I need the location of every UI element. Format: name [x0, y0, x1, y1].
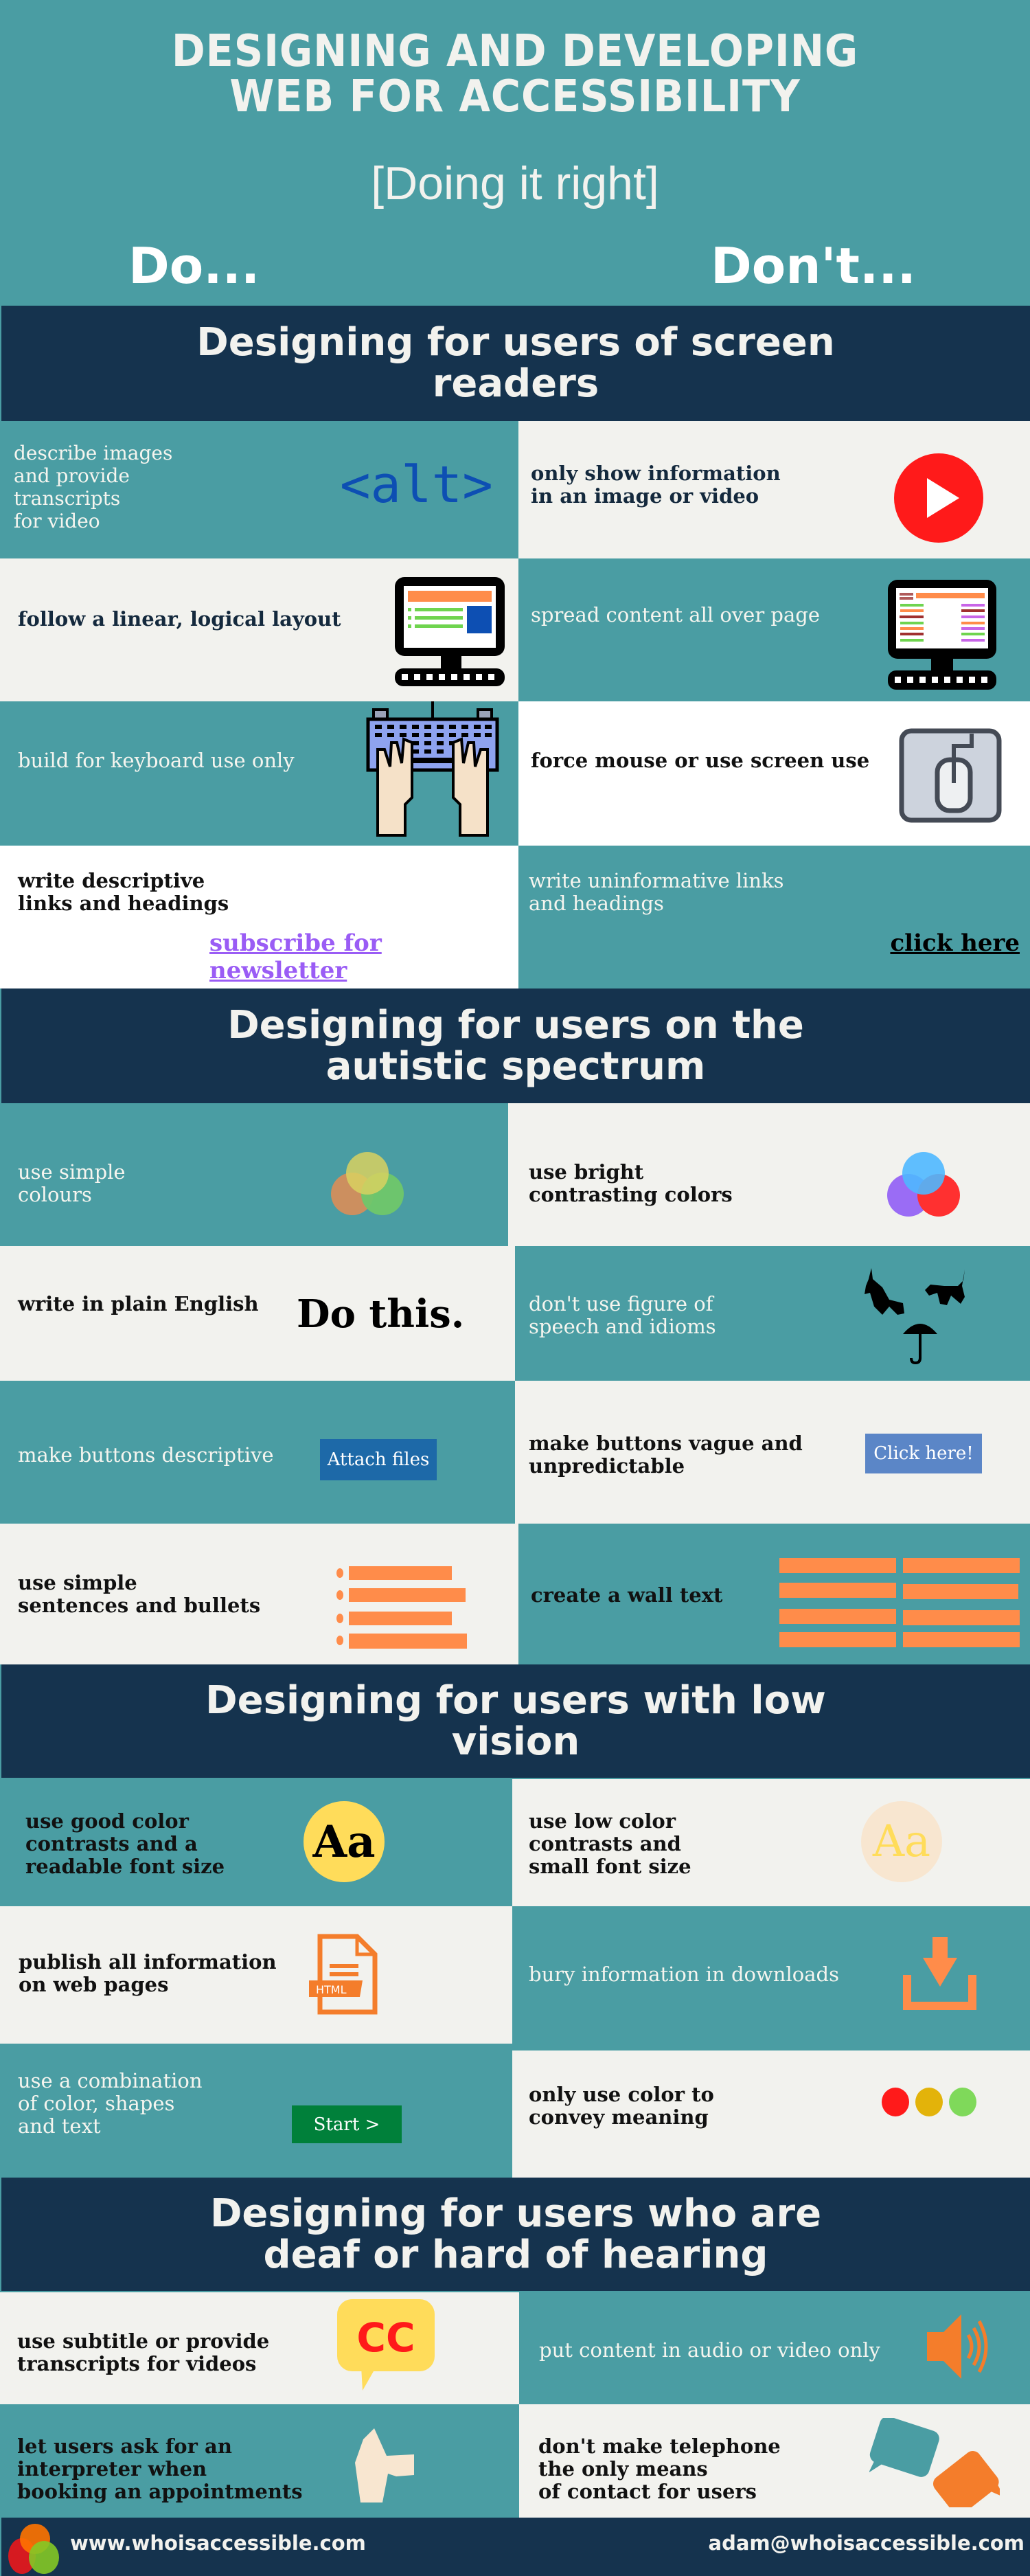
plain-english-sample: Do this.	[297, 1291, 465, 1337]
do-card-descriptive-buttons: make buttons descriptive Attach files	[0, 1381, 515, 1524]
attach-files-button[interactable]: Attach files	[320, 1439, 437, 1480]
do-card-keyboard: build for keyboard use only	[0, 701, 518, 846]
dont-column-label: Don't...	[711, 237, 917, 295]
email-link[interactable]: adam@whoisaccessible.com	[709, 2531, 1025, 2555]
dont-text: spread content all over page	[531, 603, 821, 626]
dont-text: only use color to convey meaning	[529, 2083, 714, 2129]
do-text: let users ask for an interpreter when bo…	[17, 2434, 303, 2503]
start-button[interactable]: Start >	[292, 2105, 402, 2143]
page-title: DESIGNING AND DEVELOPING WEB FOR ACCESSI…	[41, 29, 989, 120]
do-card-color-shapes-text: use a combination of color, shapes and t…	[0, 2044, 512, 2178]
do-text: build for keyboard use only	[18, 749, 295, 772]
title-line-2: WEB FOR ACCESSIBILITY	[229, 71, 801, 122]
do-card-good-contrast: use good color contrasts and a readable …	[0, 1779, 512, 1906]
do-text: use simple colours	[18, 1160, 126, 1206]
dont-text: create a wall text	[531, 1583, 723, 1607]
dont-card-audio-only: put content in audio or video only	[519, 2292, 1030, 2404]
html-file-icon: HTML	[309, 1934, 378, 2015]
dont-card-downloads: bury information in downloads	[512, 1906, 1030, 2044]
do-text: use good color contrasts and a readable …	[25, 1809, 225, 1878]
do-text: write descriptive links and headings	[18, 869, 229, 915]
do-card-describe-images: describe images and provide transcripts …	[0, 421, 518, 558]
section-header-screen-readers: Designing for users of screen readers	[1, 306, 1030, 421]
dont-text: write uninformative links and headings	[529, 869, 784, 915]
dont-card-low-contrast: use low color contrasts and small font s…	[512, 1779, 1030, 1906]
dont-card-uninformative-links: write uninformative links and headings c…	[518, 846, 1030, 988]
do-card-plain-english: write in plain English Do this.	[0, 1246, 515, 1381]
dont-text: don't make telephone the only means of c…	[538, 2434, 781, 2503]
do-card-publish-html: publish all information on web pages HTM…	[0, 1906, 512, 2044]
section-title: Designing for users who are deaf or hard…	[209, 2191, 822, 2277]
page-subtitle: [Doing it right]	[371, 157, 659, 210]
dont-card-spread-content: spread content all over page	[518, 558, 1030, 701]
do-text: follow a linear, logical layout	[18, 607, 341, 631]
do-text: use simple sentences and bullets	[18, 1571, 261, 1617]
do-card-simple-sentences: use simple sentences and bullets	[0, 1524, 518, 1664]
title-line-1: DESIGNING AND DEVELOPING	[171, 26, 859, 77]
subscribe-newsletter-link[interactable]: subscribe for newsletter	[209, 929, 518, 984]
dont-card-image-only: only show information in an image or vid…	[518, 421, 1030, 558]
dont-text: put content in audio or video only	[539, 2338, 880, 2362]
bullet-list-icon	[336, 1566, 467, 1649]
section-title: Designing for users of screen readers	[196, 320, 835, 406]
whoisaccessible-logo-icon	[8, 2524, 59, 2574]
dont-text: don't use figure of speech and idioms	[529, 1292, 716, 1338]
dont-card-mouse: force mouse or use screen use	[518, 701, 1030, 846]
keyboard-hands-icon	[366, 701, 499, 837]
do-text: publish all information on web pages	[19, 1950, 277, 1996]
monitor-scattered-layout-icon	[888, 580, 996, 690]
dont-card-bright-colors: use bright contrasting colors	[508, 1103, 1030, 1246]
dont-card-vague-buttons: make buttons vague and unpredictable Cli…	[515, 1381, 1030, 1524]
dont-card-color-only: only use color to convey meaning	[512, 2050, 1030, 2178]
bright-venn-circles-icon	[887, 1152, 960, 1217]
do-card-simple-colours: use simple colours	[0, 1103, 508, 1246]
monitor-linear-layout-icon	[395, 577, 505, 686]
section-title: Designing for users on the autistic spec…	[227, 1002, 804, 1089]
do-text: describe images and provide transcripts …	[14, 442, 173, 532]
html-label: HTML	[316, 1983, 347, 1996]
dont-text: only show information in an image or vid…	[531, 462, 781, 508]
do-text: use a combination of color, shapes and t…	[18, 2069, 203, 2138]
wall-of-text-icon	[779, 1558, 1020, 1647]
color-dots-icon	[882, 2088, 976, 2116]
do-text: make buttons descriptive	[18, 1443, 274, 1467]
cc-label: CC	[356, 2314, 415, 2361]
do-card-subtitles: use subtitle or provide transcripts for …	[0, 2292, 519, 2404]
speaker-icon	[927, 2314, 988, 2379]
dont-text: make buttons vague and unpredictable	[529, 1432, 803, 1478]
alt-tag-icon: <alt>	[340, 455, 493, 515]
do-card-descriptive-links: write descriptive links and headings sub…	[0, 846, 518, 988]
hero-header: DESIGNING AND DEVELOPING WEB FOR ACCESSI…	[0, 0, 1030, 304]
click-here-button[interactable]: Click here!	[865, 1434, 982, 1473]
dont-text: bury information in downloads	[529, 1963, 839, 1986]
click-here-link[interactable]: click here	[890, 929, 1020, 957]
high-contrast-font-icon: Aa	[304, 1801, 385, 1882]
mouse-icon	[899, 728, 1002, 823]
closed-caption-icon: CC	[337, 2299, 435, 2391]
dont-card-idioms: don't use figure of speech and idioms	[515, 1246, 1030, 1381]
dont-text: force mouse or use screen use	[531, 749, 870, 772]
play-video-icon	[894, 453, 983, 543]
do-column-label: Do...	[128, 237, 260, 295]
section-header-autistic-spectrum: Designing for users on the autistic spec…	[1, 988, 1030, 1103]
dont-text: use bright contrasting colors	[529, 1160, 733, 1206]
section-title: Designing for users with low vision	[205, 1677, 826, 1764]
footer: www.whoisaccessible.com adam@whoisaccess…	[1, 2518, 1030, 2576]
dont-card-wall-of-text: create a wall text	[518, 1524, 1030, 1664]
do-text: write in plain English	[18, 1292, 259, 1315]
raining-cats-dogs-umbrella-icon	[865, 1268, 965, 1365]
do-card-interpreter: let users ask for an interpreter when bo…	[0, 2404, 519, 2518]
sign-language-hand-icon	[355, 2428, 414, 2502]
website-link[interactable]: www.whoisaccessible.com	[70, 2531, 366, 2555]
download-icon	[903, 1937, 976, 2010]
section-header-deaf: Designing for users who are deaf or hard…	[1, 2178, 1030, 2291]
do-card-linear-layout: follow a linear, logical layout	[0, 558, 518, 701]
low-contrast-font-icon: Aa	[861, 1801, 942, 1882]
dont-card-telephone-only: don't make telephone the only means of c…	[519, 2404, 1030, 2518]
muted-venn-circles-icon	[331, 1152, 404, 1215]
speech-bubbles-icon	[869, 2418, 1000, 2507]
section-header-low-vision: Designing for users with low vision	[1, 1664, 1030, 1778]
do-text: use subtitle or provide transcripts for …	[17, 2329, 270, 2375]
dont-text: use low color contrasts and small font s…	[529, 1809, 691, 1878]
